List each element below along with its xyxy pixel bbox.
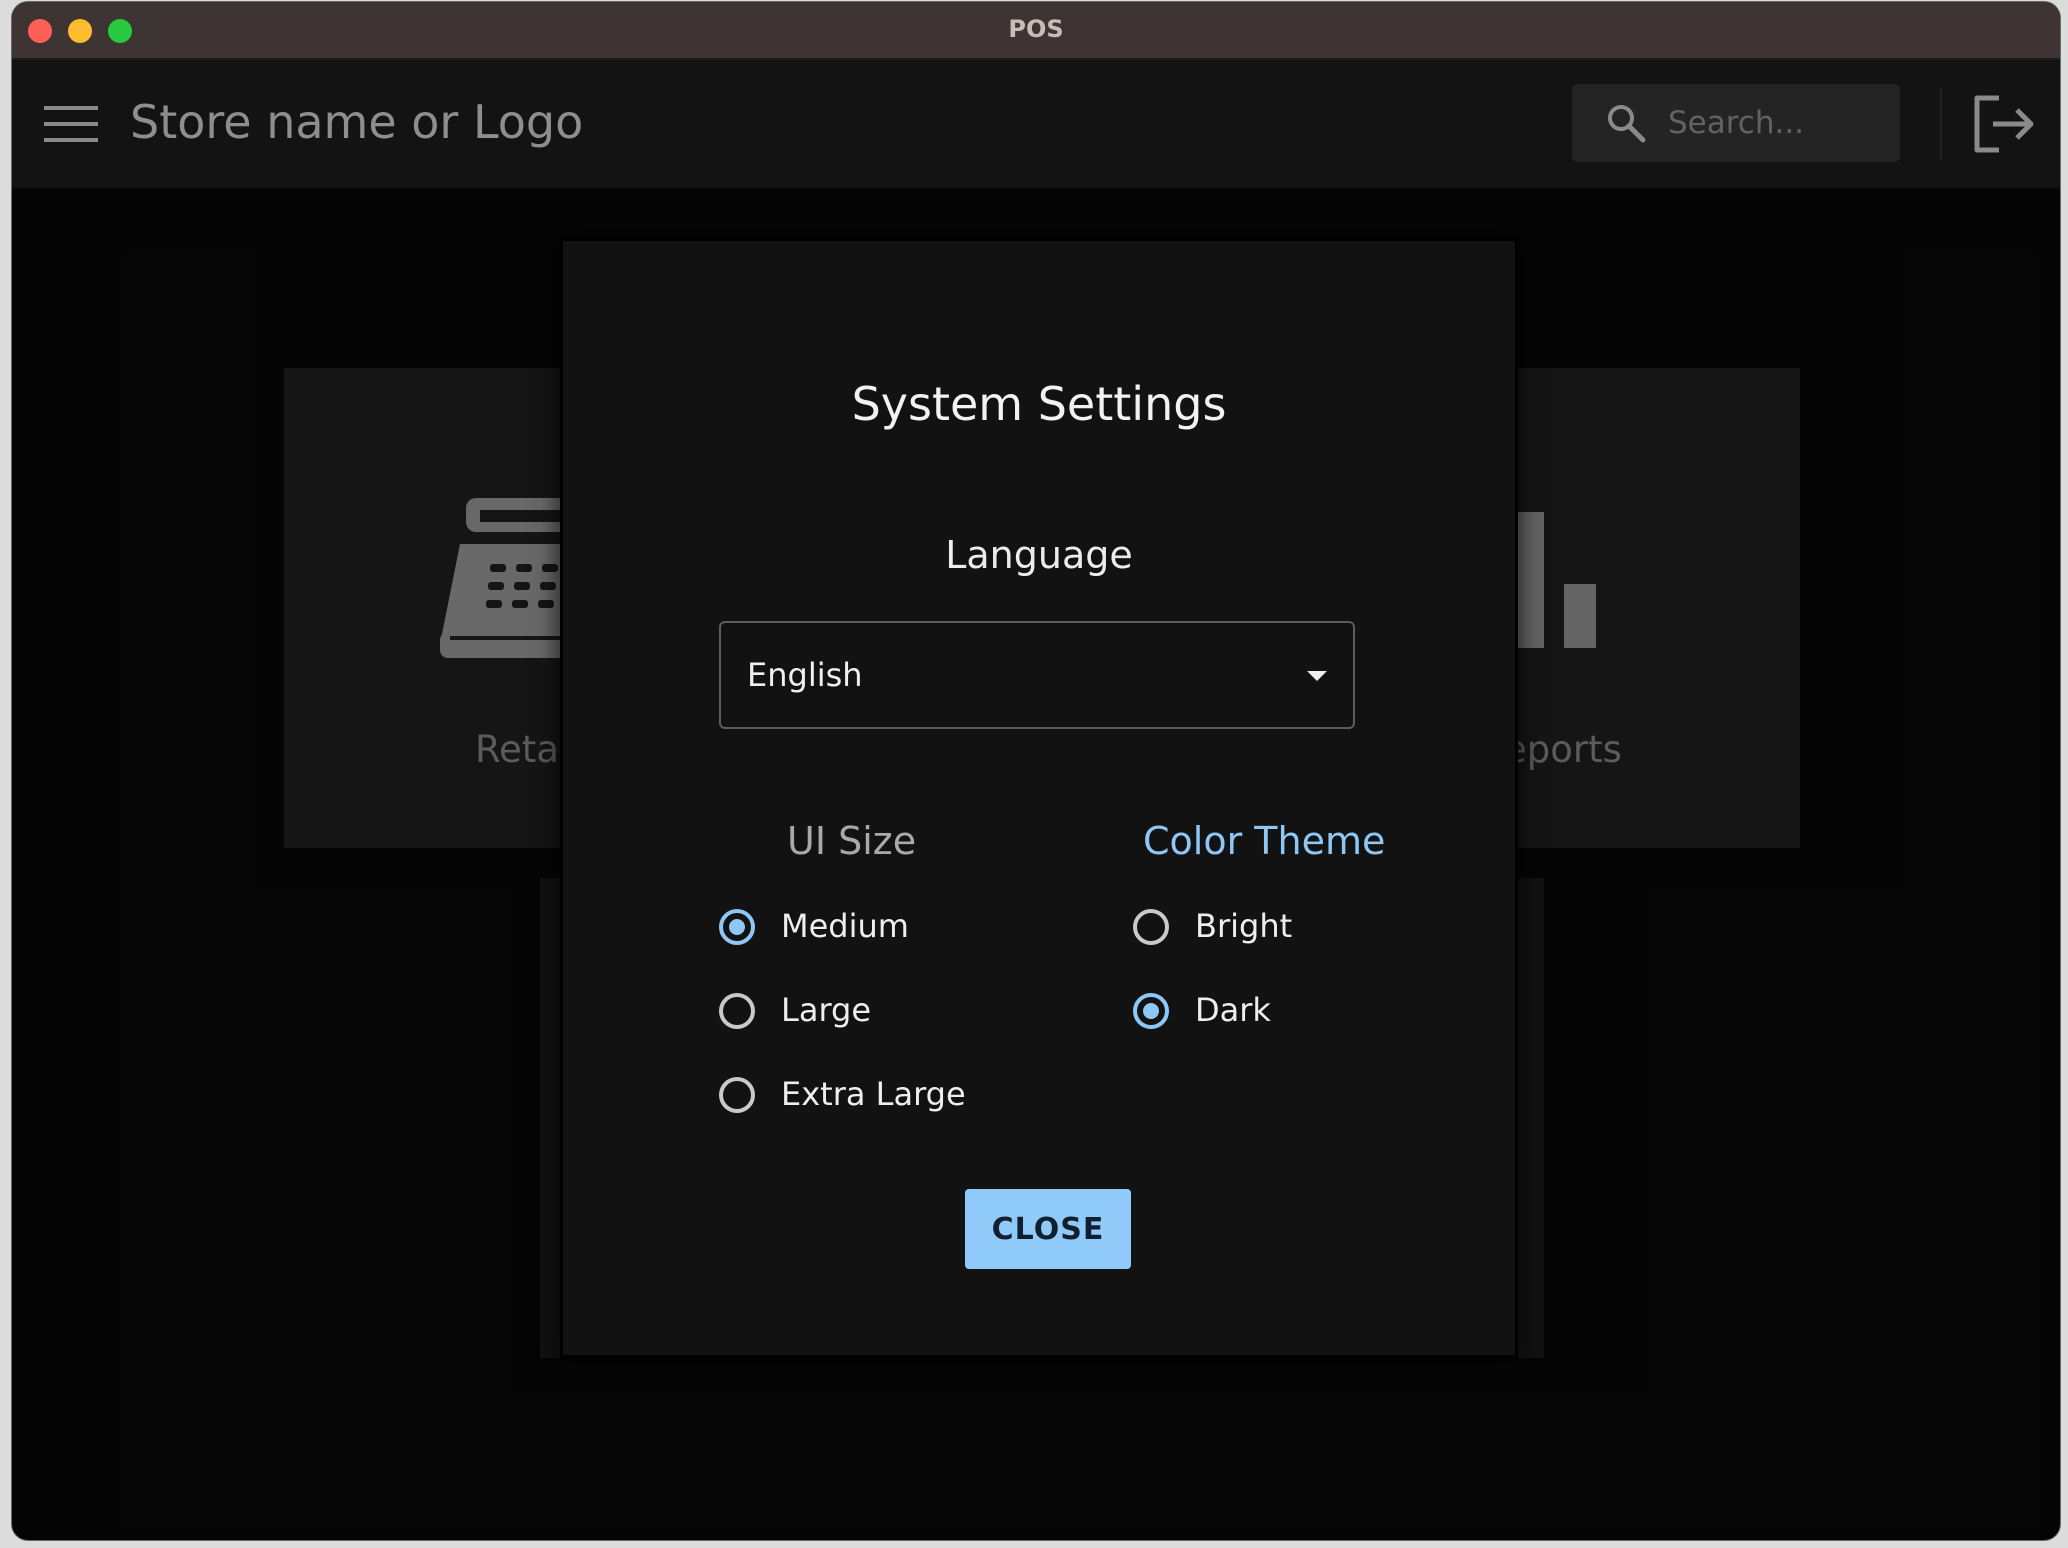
radio-unchecked-icon bbox=[719, 993, 755, 1029]
window-titlebar: POS bbox=[12, 2, 2060, 60]
radio-unchecked-icon bbox=[719, 1077, 755, 1113]
appbar-divider bbox=[1940, 88, 1942, 160]
close-button[interactable]: CLOSE bbox=[965, 1189, 1131, 1269]
search-icon bbox=[1608, 105, 1646, 143]
app-bar: Store name or Logo bbox=[12, 60, 2060, 188]
app-window: POS Store name or Logo Search... Retail … bbox=[12, 2, 2060, 1540]
window-title: POS bbox=[1008, 15, 1064, 43]
color-theme-heading: Color Theme bbox=[1143, 819, 1386, 863]
language-selected-value: English bbox=[747, 656, 863, 694]
language-select[interactable]: English bbox=[719, 621, 1355, 729]
radio-checked-icon bbox=[719, 909, 755, 945]
logout-icon[interactable] bbox=[1969, 90, 2037, 158]
radio-checked-icon bbox=[1133, 993, 1169, 1029]
menu-icon[interactable] bbox=[44, 104, 98, 144]
radio-label: Dark bbox=[1195, 991, 1271, 1029]
search-box[interactable] bbox=[1572, 84, 1900, 162]
radio-unchecked-icon bbox=[1133, 909, 1169, 945]
radio-label: Extra Large bbox=[781, 1075, 966, 1113]
settings-dialog: System Settings Language English UI Size… bbox=[560, 238, 1518, 1358]
search-input[interactable] bbox=[1668, 84, 1888, 162]
radio-label: Medium bbox=[781, 907, 909, 945]
caret-down-icon bbox=[1307, 671, 1327, 681]
ui-size-heading: UI Size bbox=[787, 819, 917, 863]
dialog-title: System Settings bbox=[851, 377, 1227, 431]
radio-label: Large bbox=[781, 991, 872, 1029]
store-name: Store name or Logo bbox=[130, 95, 584, 149]
radio-label: Bright bbox=[1195, 907, 1293, 945]
language-label: Language bbox=[945, 533, 1133, 577]
